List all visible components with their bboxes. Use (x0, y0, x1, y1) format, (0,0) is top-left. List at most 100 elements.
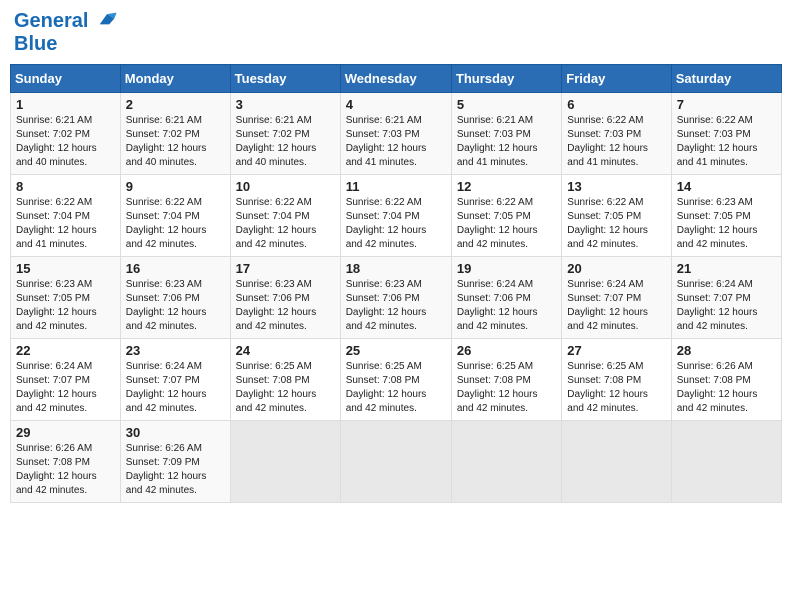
calendar-day-cell: 10Sunrise: 6:22 AMSunset: 7:04 PMDayligh… (230, 175, 340, 257)
day-info: Sunrise: 6:22 AMSunset: 7:04 PMDaylight:… (16, 196, 115, 252)
calendar-day-cell: 2 Sunrise: 6:21 AMSunset: 7:02 PMDaylight… (120, 93, 230, 175)
weekday-header-cell: Wednesday (340, 65, 451, 93)
day-number: 7 (677, 97, 776, 112)
weekday-header-row: SundayMondayTuesdayWednesdayThursdayFrid… (11, 65, 782, 93)
calendar-day-cell: 9Sunrise: 6:22 AMSunset: 7:04 PMDaylight… (120, 175, 230, 257)
day-number: 15 (16, 261, 115, 276)
day-info: Sunrise: 6:24 AMSunset: 7:06 PMDaylight:… (457, 278, 556, 334)
calendar-week-row: 1 Sunrise: 6:21 AMSunset: 7:02 PMDaylight… (11, 93, 782, 175)
day-number: 4 (346, 97, 446, 112)
day-number: 27 (567, 343, 665, 358)
day-info: Sunrise: 6:22 AMSunset: 7:05 PMDaylight:… (457, 196, 556, 252)
calendar-day-cell: 21 Sunrise: 6:24 AMSunset: 7:07 PMDayligh… (671, 257, 781, 339)
calendar-day-cell: 16Sunrise: 6:23 AMSunset: 7:06 PMDayligh… (120, 257, 230, 339)
day-info: Sunrise: 6:21 AMSunset: 7:02 PMDaylight:… (16, 114, 115, 170)
calendar-day-cell: 19 Sunrise: 6:24 AMSunset: 7:06 PMDayligh… (451, 257, 561, 339)
day-number: 29 (16, 425, 115, 440)
day-info: Sunrise: 6:25 AMSunset: 7:08 PMDaylight:… (567, 360, 665, 416)
weekday-header-cell: Saturday (671, 65, 781, 93)
day-info: Sunrise: 6:24 AMSunset: 7:07 PMDaylight:… (16, 360, 115, 416)
day-info: Sunrise: 6:25 AMSunset: 7:08 PMDaylight:… (346, 360, 446, 416)
weekday-header-cell: Thursday (451, 65, 561, 93)
day-info: Sunrise: 6:24 AMSunset: 7:07 PMDaylight:… (677, 278, 776, 334)
calendar-day-cell: 1 Sunrise: 6:21 AMSunset: 7:02 PMDaylight… (11, 93, 121, 175)
day-number: 6 (567, 97, 665, 112)
day-number: 20 (567, 261, 665, 276)
day-info: Sunrise: 6:21 AMSunset: 7:02 PMDaylight:… (126, 114, 225, 170)
calendar-day-cell: 23Sunrise: 6:24 AMSunset: 7:07 PMDayligh… (120, 339, 230, 421)
day-info: Sunrise: 6:26 AMSunset: 7:08 PMDaylight:… (16, 442, 115, 498)
calendar-day-cell: 20 Sunrise: 6:24 AMSunset: 7:07 PMDayligh… (562, 257, 671, 339)
calendar-day-cell (230, 421, 340, 503)
calendar-day-cell (671, 421, 781, 503)
day-info: Sunrise: 6:22 AMSunset: 7:03 PMDaylight:… (677, 114, 776, 170)
weekday-header-cell: Monday (120, 65, 230, 93)
day-info: Sunrise: 6:25 AMSunset: 7:08 PMDaylight:… (457, 360, 556, 416)
day-number: 11 (346, 179, 446, 194)
calendar-day-cell: 12 Sunrise: 6:22 AMSunset: 7:05 PMDayligh… (451, 175, 561, 257)
day-number: 18 (346, 261, 446, 276)
page-header: General Blue (10, 10, 782, 56)
calendar-week-row: 29 Sunrise: 6:26 AMSunset: 7:08 PMDayligh… (11, 421, 782, 503)
day-info: Sunrise: 6:21 AMSunset: 7:02 PMDaylight:… (236, 114, 335, 170)
calendar-week-row: 22 Sunrise: 6:24 AMSunset: 7:07 PMDayligh… (11, 339, 782, 421)
calendar-table: SundayMondayTuesdayWednesdayThursdayFrid… (10, 64, 782, 503)
day-info: Sunrise: 6:26 AMSunset: 7:08 PMDaylight:… (677, 360, 776, 416)
day-number: 24 (236, 343, 335, 358)
calendar-day-cell: 17Sunrise: 6:23 AMSunset: 7:06 PMDayligh… (230, 257, 340, 339)
calendar-day-cell: 27 Sunrise: 6:25 AMSunset: 7:08 PMDayligh… (562, 339, 671, 421)
calendar-day-cell: 3 Sunrise: 6:21 AMSunset: 7:02 PMDaylight… (230, 93, 340, 175)
calendar-day-cell: 24 Sunrise: 6:25 AMSunset: 7:08 PMDayligh… (230, 339, 340, 421)
day-info: Sunrise: 6:24 AMSunset: 7:07 PMDaylight:… (567, 278, 665, 334)
calendar-day-cell: 11 Sunrise: 6:22 AMSunset: 7:04 PMDayligh… (340, 175, 451, 257)
calendar-day-cell: 15 Sunrise: 6:23 AMSunset: 7:05 PMDayligh… (11, 257, 121, 339)
weekday-header-cell: Friday (562, 65, 671, 93)
day-info: Sunrise: 6:23 AMSunset: 7:06 PMDaylight:… (346, 278, 446, 334)
day-number: 13 (567, 179, 665, 194)
calendar-week-row: 8Sunrise: 6:22 AMSunset: 7:04 PMDaylight… (11, 175, 782, 257)
calendar-day-cell (562, 421, 671, 503)
calendar-day-cell: 25Sunrise: 6:25 AMSunset: 7:08 PMDayligh… (340, 339, 451, 421)
day-number: 3 (236, 97, 335, 112)
day-number: 5 (457, 97, 556, 112)
calendar-day-cell: 8Sunrise: 6:22 AMSunset: 7:04 PMDaylight… (11, 175, 121, 257)
calendar-day-cell: 30Sunrise: 6:26 AMSunset: 7:09 PMDayligh… (120, 421, 230, 503)
day-number: 19 (457, 261, 556, 276)
calendar-week-row: 15 Sunrise: 6:23 AMSunset: 7:05 PMDayligh… (11, 257, 782, 339)
day-info: Sunrise: 6:21 AMSunset: 7:03 PMDaylight:… (346, 114, 446, 170)
day-info: Sunrise: 6:21 AMSunset: 7:03 PMDaylight:… (457, 114, 556, 170)
day-number: 23 (126, 343, 225, 358)
calendar-day-cell: 29 Sunrise: 6:26 AMSunset: 7:08 PMDayligh… (11, 421, 121, 503)
day-number: 28 (677, 343, 776, 358)
logo: General Blue (14, 10, 118, 56)
calendar-body: 1 Sunrise: 6:21 AMSunset: 7:02 PMDaylight… (11, 93, 782, 503)
day-info: Sunrise: 6:22 AMSunset: 7:04 PMDaylight:… (236, 196, 335, 252)
calendar-day-cell: 28 Sunrise: 6:26 AMSunset: 7:08 PMDayligh… (671, 339, 781, 421)
day-info: Sunrise: 6:22 AMSunset: 7:03 PMDaylight:… (567, 114, 665, 170)
calendar-day-cell: 4 Sunrise: 6:21 AMSunset: 7:03 PMDaylight… (340, 93, 451, 175)
day-info: Sunrise: 6:22 AMSunset: 7:04 PMDaylight:… (126, 196, 225, 252)
day-number: 2 (126, 97, 225, 112)
day-number: 14 (677, 179, 776, 194)
day-number: 1 (16, 97, 115, 112)
calendar-day-cell (340, 421, 451, 503)
calendar-day-cell: 6 Sunrise: 6:22 AMSunset: 7:03 PMDaylight… (562, 93, 671, 175)
day-info: Sunrise: 6:22 AMSunset: 7:05 PMDaylight:… (567, 196, 665, 252)
day-info: Sunrise: 6:22 AMSunset: 7:04 PMDaylight:… (346, 196, 446, 252)
day-number: 30 (126, 425, 225, 440)
logo-bird-icon (96, 11, 118, 29)
day-info: Sunrise: 6:23 AMSunset: 7:05 PMDaylight:… (16, 278, 115, 334)
calendar-day-cell: 5 Sunrise: 6:21 AMSunset: 7:03 PMDaylight… (451, 93, 561, 175)
day-info: Sunrise: 6:23 AMSunset: 7:05 PMDaylight:… (677, 196, 776, 252)
calendar-day-cell (451, 421, 561, 503)
calendar-day-cell: 26Sunrise: 6:25 AMSunset: 7:08 PMDayligh… (451, 339, 561, 421)
weekday-header-cell: Tuesday (230, 65, 340, 93)
calendar-day-cell: 14 Sunrise: 6:23 AMSunset: 7:05 PMDayligh… (671, 175, 781, 257)
day-number: 21 (677, 261, 776, 276)
day-number: 12 (457, 179, 556, 194)
calendar-day-cell: 22 Sunrise: 6:24 AMSunset: 7:07 PMDayligh… (11, 339, 121, 421)
day-number: 22 (16, 343, 115, 358)
day-info: Sunrise: 6:25 AMSunset: 7:08 PMDaylight:… (236, 360, 335, 416)
day-number: 17 (236, 261, 335, 276)
logo-general: General (14, 10, 88, 32)
